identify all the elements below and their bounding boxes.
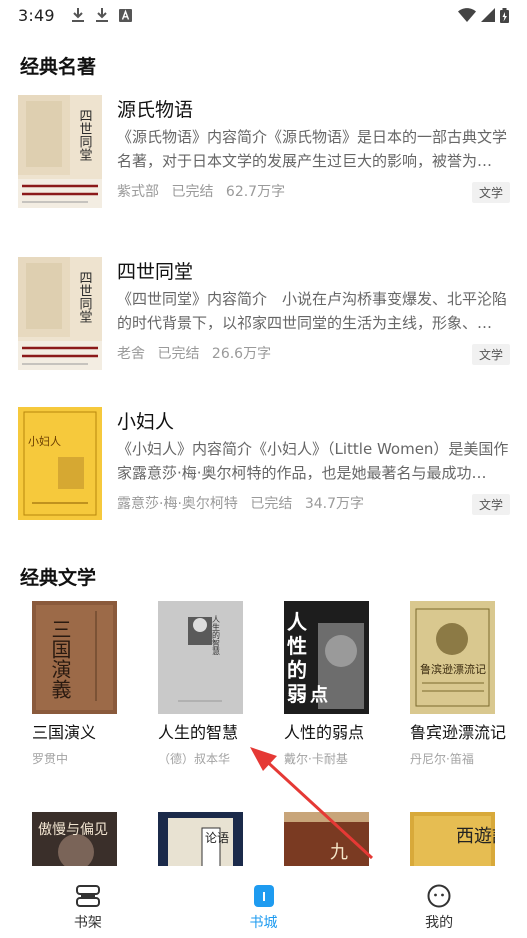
book-description: 《小妇人》内容简介《小妇人》（Little Women）是美国作家露意莎·梅·奥… [117,440,509,482]
book-cover[interactable]: 傲慢与偏见 [32,812,117,866]
book-item[interactable]: 小妇人 小妇人 《小妇人》内容简介《小妇人》（Little Women）是美国作… [18,407,510,523]
book-word-count: 26.6万字 [211,346,272,362]
book-cover[interactable]: 四世同堂 [18,95,102,208]
grid-book-title[interactable]: 人性的弱点 [284,722,384,744]
bookshelf-icon [75,884,101,908]
book-description: 《源氏物语》内容简介《源氏物语》是日本的一部古典文学名著，对于日本文学的发展产生… [117,128,508,170]
download-icon [95,7,109,23]
tab-bookstore[interactable]: 书城 [176,866,352,938]
cover-text: 小妇人 [28,435,61,448]
grid-book-author: 罗贯中 [32,752,69,766]
grid-book-item[interactable]: 九 [284,812,384,866]
nav-label: 我的 [425,915,454,931]
book-author: 老舍 [117,346,145,362]
book-author: 紫式部 [117,184,159,200]
grid-book-title[interactable]: 三国演义 [32,722,132,744]
svg-text:点: 点 [310,684,328,706]
cover-text: 人 [287,610,308,634]
book-status: 已完结 [171,184,214,200]
signal-icon [481,8,495,22]
system-icons [458,7,509,23]
book-cover[interactable]: 鲁滨逊漂流记 [410,601,495,714]
book-cover[interactable]: 人生的智慧 [158,601,243,714]
tab-profile[interactable]: 我的 [351,866,527,938]
book-meta: 老舍 已完结 26.6万字 [117,343,271,363]
app-a-icon [118,8,132,22]
grid-book-author: 戴尔·卡耐基 [284,752,348,766]
grid-book-item[interactable]: 人生的智慧 人生的智慧 （德）叔本华 [158,601,258,767]
svg-text:性: 性 [287,634,307,658]
bookstore-icon [253,884,275,908]
cover-text: 人生的智慧 [212,615,221,655]
svg-text:的: 的 [287,658,307,682]
bottom-nav: 书架 书城 我的 [0,866,527,938]
cover-text: 九 [330,842,348,863]
book-cover[interactable]: 西遊記 [410,812,495,866]
book-title[interactable]: 小妇人 [117,407,174,434]
battery-icon [500,7,509,23]
cover-text: 三国演義 [48,619,72,699]
book-word-count: 34.7万字 [304,496,364,512]
nav-label: 书城 [249,915,278,931]
profile-icon [427,884,451,908]
grid-book-title[interactable]: 人生的智慧 [158,722,258,744]
grid-book-item[interactable]: 三国演義 三国演义 罗贯中 [32,601,132,767]
section-title-classic-literature: 经典文学 [20,567,97,589]
notification-icons [71,7,132,23]
nav-label: 书架 [73,915,102,931]
grid-book-title[interactable]: 鲁宾逊漂流记 [410,722,510,744]
book-cover[interactable]: 论语 [158,812,243,866]
cover-text: 傲慢与偏见 [38,821,108,838]
book-cover[interactable]: 小妇人 [18,407,102,520]
book-description: 《四世同堂》内容简介 小说在卢沟桥事变爆发、北平沦陷的时代背景下，以祁家四世同堂… [117,290,508,332]
grid-book-item[interactable]: 傲慢与偏见 [32,812,132,866]
book-category-tag: 文学 [471,344,510,365]
cover-text: 论语 [205,831,229,845]
book-cover[interactable]: 九 [284,812,369,866]
grid-book-item[interactable]: 论语 [158,812,258,866]
status-bar: 3:49 [0,0,527,30]
cover-text: 四世同堂 [77,109,93,161]
svg-text:弱: 弱 [287,682,307,706]
cover-text: 西遊記 [456,826,495,847]
book-cover[interactable]: 三国演義 [32,601,117,714]
grid-book-item[interactable]: 西遊記 [410,812,510,866]
cover-text: 四世同堂 [77,271,93,323]
book-meta: 露意莎·梅·奥尔柯特 已完结 34.7万字 [117,493,364,513]
tab-bookshelf[interactable]: 书架 [0,866,176,938]
book-status: 已完结 [157,346,200,362]
download-icon [71,7,85,23]
book-title[interactable]: 四世同堂 [117,257,193,284]
book-meta: 紫式部 已完结 62.7万字 [117,181,285,201]
section-title-classic-masterpieces: 经典名著 [20,56,97,78]
cover-text: 鲁滨逊漂流记 [420,662,486,676]
book-cover[interactable]: 四世同堂 [18,257,102,370]
book-category-tag: 文学 [471,494,510,515]
book-title[interactable]: 源氏物语 [117,95,193,122]
book-item[interactable]: 四世同堂 四世同堂 《四世同堂》内容简介 小说在卢沟桥事变爆发、北平沦陷的时代背… [18,257,510,373]
grid-book-author: 丹尼尔·笛福 [410,752,474,766]
grid-book-author: （德）叔本华 [158,752,231,766]
book-status: 已完结 [250,496,293,512]
grid-book-item[interactable]: 人 性 的 弱 点 人性的弱点 戴尔·卡耐基 [284,601,384,767]
wifi-icon [458,8,476,22]
book-item[interactable]: 四世同堂 源氏物语 《源氏物语》内容简介《源氏物语》是日本的一部古典文学名著，对… [18,95,510,211]
book-cover[interactable]: 人 性 的 弱 点 [284,601,369,714]
book-word-count: 62.7万字 [225,184,286,200]
book-author: 露意莎·梅·奥尔柯特 [117,496,238,512]
grid-book-item[interactable]: 鲁滨逊漂流记 鲁宾逊漂流记 丹尼尔·笛福 [410,601,510,767]
status-time: 3:49 [18,5,55,25]
book-category-tag: 文学 [471,182,510,203]
